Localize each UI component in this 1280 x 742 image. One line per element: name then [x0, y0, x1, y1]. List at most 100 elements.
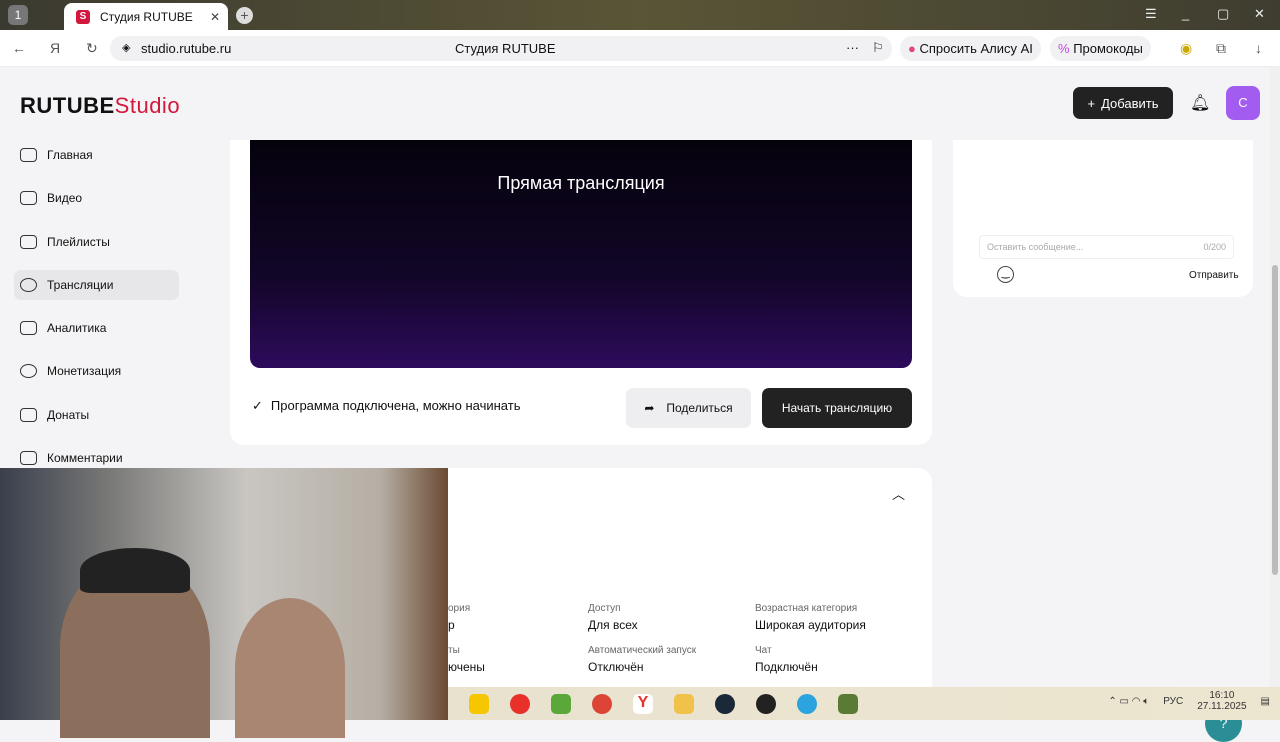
notifications-icon[interactable]: ▤ [1261, 696, 1270, 707]
yandex-icon[interactable]: Я [50, 40, 60, 56]
stream-card: Прямая трансляция ✓ Программа подключена,… [230, 140, 932, 445]
scrollbar-thumb[interactable] [1272, 265, 1278, 575]
url-text: studio.rutube.ru [141, 41, 232, 56]
rutube-favicon-icon: S [76, 9, 90, 24]
close-tab-icon[interactable]: ✕ [210, 10, 220, 24]
cap-image [80, 548, 190, 593]
scrollbar[interactable] [1270, 67, 1280, 687]
more-icon[interactable]: ··· [846, 40, 859, 55]
sidebar-item-video[interactable]: Видео [14, 183, 179, 213]
close-window-icon[interactable]: ✕ [1254, 6, 1265, 22]
sidebar-item-label: Плейлисты [47, 234, 110, 249]
webcam-overlay [0, 468, 448, 738]
add-button[interactable]: + Добавить [1073, 87, 1173, 119]
autostart-label: Автоматический запуск [588, 645, 697, 656]
sidebar-item-label: Монетизация [47, 364, 122, 379]
chrome-icon[interactable] [592, 693, 612, 714]
chat-placeholder: Оставить сообщение... [987, 242, 1084, 252]
send-button[interactable]: Отправить [1189, 270, 1239, 281]
minecraft-icon[interactable] [838, 693, 858, 714]
logo-sub: Studio [114, 93, 181, 118]
comments-value: ючены [448, 660, 485, 674]
sidebar-item-label: Трансляции [47, 277, 114, 292]
promo-button[interactable]: % Промокоды [1050, 36, 1151, 61]
person-image [235, 598, 345, 738]
bookmark-icon[interactable]: ⚐ [872, 40, 884, 56]
browser-tab[interactable]: S Студия RUTUBE ✕ [64, 3, 228, 30]
sidebar-item-label: Главная [47, 148, 93, 162]
taskbar: Y ⌃ ▭ ◠ 🔈︎ РУС 16:10 27.11.2025 ▤ [448, 687, 1280, 720]
chat-panel: 0/200 Оставить сообщение... ‿ Отправить [953, 140, 1253, 297]
taskbar-app-icon[interactable] [469, 693, 489, 714]
yandex-app-icon[interactable] [510, 693, 530, 714]
tab-counter[interactable]: 1 [8, 5, 28, 25]
comment-icon [20, 451, 37, 466]
check-icon: ✓ [252, 398, 263, 413]
extension-icon[interactable]: ◉ [1180, 40, 1192, 57]
taskbar-app-icon[interactable] [551, 693, 571, 714]
stream-player[interactable]: Прямая трансляция [250, 140, 912, 368]
analytics-icon [20, 321, 37, 336]
share-label: Поделиться [666, 401, 733, 415]
time: 16:10 [1209, 690, 1235, 701]
access-label: Доступ [588, 603, 621, 614]
new-tab-button[interactable]: + [236, 7, 253, 24]
broadcast-icon [20, 277, 37, 292]
share-icon: ➦ [644, 401, 655, 415]
sidebar-item-monetization[interactable]: Монетизация [14, 356, 179, 386]
chevron-up-icon[interactable]: ︿ [892, 484, 905, 503]
yandex-browser-icon[interactable]: Y [633, 693, 653, 714]
minimize-icon[interactable]: _ [1182, 6, 1189, 21]
emoji-icon[interactable]: ‿ [997, 266, 1014, 283]
age-label: Возрастная категория [755, 603, 858, 614]
sidebar-item-analytics[interactable]: Аналитика [14, 313, 179, 343]
category-label: ория [448, 603, 471, 614]
status-text: Программа подключена, можно начинать [270, 398, 521, 413]
start-label: Начать трансляцию [781, 401, 893, 415]
sidebar-item-streams[interactable]: Трансляции [14, 269, 179, 300]
char-counter: 0/200 [1203, 242, 1226, 252]
telegram-icon[interactable] [797, 693, 817, 714]
logo-main: RUTUBE [20, 93, 115, 118]
explorer-icon[interactable] [674, 693, 694, 714]
menu-icon[interactable]: ☰ [1145, 6, 1157, 22]
bell-icon[interactable]: 🔔︎ [1190, 93, 1210, 113]
alice-icon: ● [908, 41, 916, 56]
comments-label: ты [448, 645, 460, 656]
video-icon [20, 191, 37, 206]
percent-icon: % [1058, 41, 1070, 56]
connection-status: ✓ Программа подключена, можно начинать [252, 398, 520, 414]
category-value: р [448, 618, 455, 632]
clock[interactable]: 16:10 27.11.2025 [1197, 690, 1246, 712]
reload-icon[interactable]: ↻ [86, 40, 98, 57]
home-icon [20, 148, 37, 162]
maximize-icon[interactable]: ▢ [1217, 6, 1229, 22]
chat-message-input[interactable]: 0/200 Оставить сообщение... [979, 235, 1234, 259]
avatar[interactable]: С [1226, 86, 1260, 120]
download-icon[interactable]: ↓ [1255, 40, 1262, 56]
browser-tab-bar: 1 S Студия RUTUBE ✕ + ☰ _ ▢ ✕ [0, 0, 1280, 30]
taskbar-app-icon[interactable] [756, 693, 776, 714]
sidebar: Главная Видео Плейлисты Трансляции Анали… [14, 140, 179, 486]
sidebar-item-playlists[interactable]: Плейлисты [14, 227, 179, 257]
start-stream-button[interactable]: Начать трансляцию [762, 388, 912, 428]
language-indicator[interactable]: РУС [1163, 696, 1183, 707]
age-value: Широкая аудитория [755, 618, 866, 632]
tab-title: Студия RUTUBE [100, 9, 193, 24]
alice-label: Спросить Алису AI [919, 41, 1033, 56]
add-label: Добавить [1101, 95, 1159, 111]
back-icon[interactable]: ← [12, 40, 26, 56]
collections-icon[interactable]: ⧉ [1216, 40, 1226, 57]
share-button[interactable]: ➦ Поделиться [626, 388, 751, 428]
sidebar-item-donations[interactable]: Донаты [14, 400, 179, 430]
steam-icon[interactable] [715, 693, 735, 714]
autostart-value: Отключён [588, 660, 644, 674]
rutube-studio-logo[interactable]: RUTUBEStudio [20, 93, 180, 119]
ruble-icon [20, 364, 37, 379]
sidebar-item-home[interactable]: Главная [14, 140, 179, 170]
alice-button[interactable]: ● Спросить Алису AI [900, 36, 1041, 61]
sidebar-item-label: Аналитика [47, 321, 107, 336]
page-title-text: Студия RUTUBE [455, 41, 556, 56]
tray-icons[interactable]: ⌃ ▭ ◠ 🔈︎ [1108, 696, 1149, 707]
url-bar[interactable]: ◈ studio.rutube.ru Студия RUTUBE ··· ⚐ [110, 36, 892, 61]
